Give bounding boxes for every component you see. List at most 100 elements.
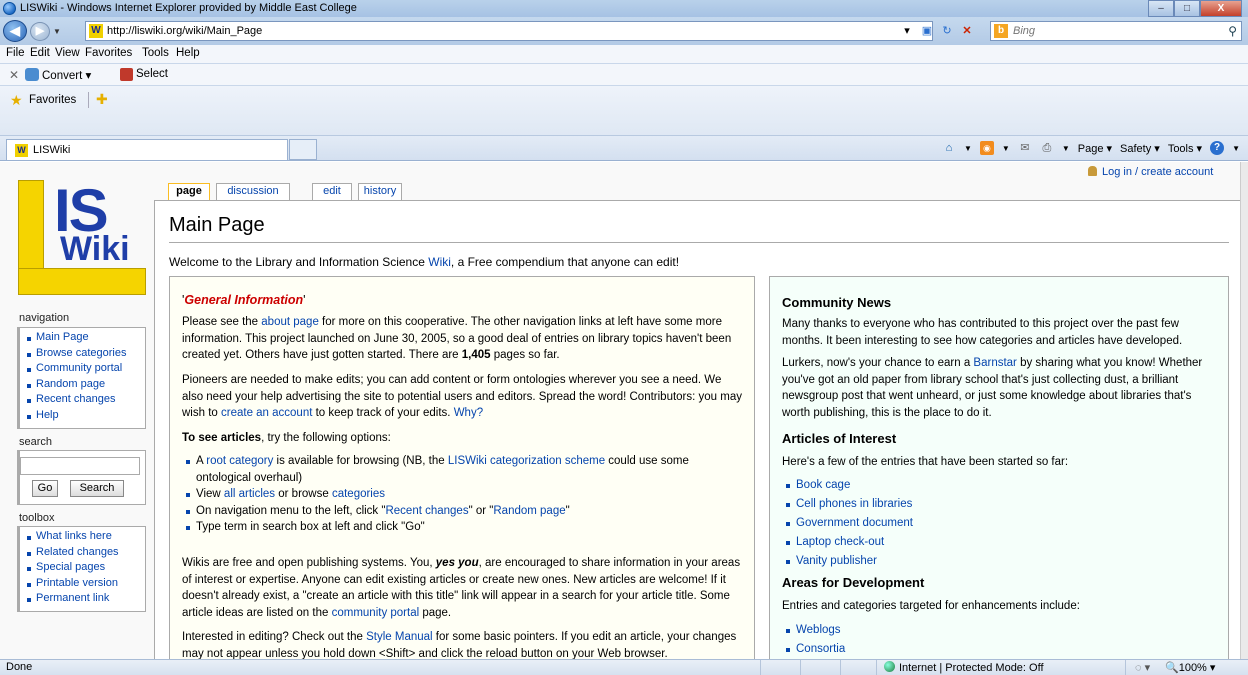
print-icon[interactable]: ⎙ xyxy=(1040,141,1054,155)
protected-mode-icon[interactable]: ◌ ▾ xyxy=(1135,661,1150,674)
page-menu[interactable]: Page ▾ xyxy=(1078,142,1112,155)
menu-edit[interactable]: Edit xyxy=(30,47,50,59)
status-divider xyxy=(840,660,841,675)
search-box[interactable]: b ⚲ xyxy=(990,21,1242,41)
web-search-input[interactable] xyxy=(1013,24,1213,38)
article-link[interactable]: Book cage xyxy=(780,476,1218,495)
style-manual-link[interactable]: Style Manual xyxy=(366,631,432,643)
menu-file[interactable]: File xyxy=(6,47,25,59)
favorites-button[interactable]: Favorites xyxy=(29,94,76,106)
vertical-scrollbar[interactable] xyxy=(1240,162,1248,659)
refresh-icon[interactable]: ↻ xyxy=(940,24,954,38)
status-divider xyxy=(876,660,877,675)
security-zone[interactable]: Internet | Protected Mode: Off xyxy=(884,661,1044,674)
tab-edit[interactable]: edit xyxy=(312,183,352,200)
nav-main-page[interactable]: Main Page xyxy=(26,330,139,346)
select-button[interactable]: Select xyxy=(136,68,168,80)
wiki-link[interactable]: Wiki xyxy=(428,255,451,269)
forward-button[interactable]: ▶ xyxy=(30,22,50,41)
print-dropdown-icon[interactable]: ▼ xyxy=(1062,144,1070,153)
status-divider xyxy=(760,660,761,675)
feeds-icon[interactable]: ◉ xyxy=(979,141,994,155)
development-link[interactable]: Weblogs xyxy=(780,621,1218,640)
article-link[interactable]: Government document xyxy=(780,514,1218,533)
menu-tools[interactable]: Tools xyxy=(142,47,169,59)
help-dropdown-icon[interactable]: ▼ xyxy=(1232,144,1240,153)
option-root-category: A root category is available for browsin… xyxy=(180,453,744,486)
liswiki-logo[interactable]: IS Wiki xyxy=(18,177,146,295)
address-dropdown-icon[interactable]: ▾ xyxy=(900,24,914,38)
nav-help[interactable]: Help xyxy=(26,408,139,424)
address-bar[interactable]: W http://liswiki.org/wiki/Main_Page xyxy=(85,21,933,41)
article-link[interactable]: Laptop check-out xyxy=(780,533,1218,552)
user-icon xyxy=(1088,166,1097,176)
nav-community-portal[interactable]: Community portal xyxy=(26,361,139,377)
home-dropdown-icon[interactable]: ▼ xyxy=(964,144,972,153)
nav-browse-categories[interactable]: Browse categories xyxy=(26,346,139,362)
general-info-title-text: General Information xyxy=(184,293,304,307)
tool-what-links-here[interactable]: What links here xyxy=(26,529,139,545)
welcome-after: , a Free compendium that anyone can edit… xyxy=(450,255,680,269)
history-dropdown-icon[interactable]: ▼ xyxy=(53,27,61,36)
root-category-link[interactable]: root category xyxy=(206,455,273,467)
tool-permanent-link[interactable]: Permanent link xyxy=(26,591,139,607)
create-account-link[interactable]: create an account xyxy=(221,407,312,419)
tab-discussion[interactable]: discussion xyxy=(216,183,290,200)
help-icon[interactable]: ? xyxy=(1210,141,1225,155)
minimize-button[interactable]: – xyxy=(1148,0,1174,17)
option-3-text-a: On navigation menu to the left, click " xyxy=(196,504,386,517)
login-link[interactable]: Log in / create account xyxy=(1088,166,1213,178)
all-articles-link[interactable]: all articles xyxy=(224,488,275,500)
tool-printable-version[interactable]: Printable version xyxy=(26,576,139,592)
go-button[interactable]: Go xyxy=(32,480,58,497)
article-link[interactable]: Cell phones in libraries xyxy=(780,495,1218,514)
tab-page[interactable]: page xyxy=(168,183,210,201)
tool-related-changes[interactable]: Related changes xyxy=(26,545,139,561)
close-toolbar-icon[interactable]: ✕ xyxy=(9,68,19,82)
tool-special-pages[interactable]: Special pages xyxy=(26,560,139,576)
home-icon[interactable]: ⌂ xyxy=(942,141,956,155)
menu-favorites[interactable]: Favorites xyxy=(85,47,132,59)
tools-menu[interactable]: Tools ▾ xyxy=(1168,142,1202,155)
p3-text-c: page. xyxy=(419,606,452,619)
compatibility-view-icon[interactable]: ▣ xyxy=(920,24,934,38)
new-tab-button[interactable] xyxy=(289,139,317,160)
random-page-link[interactable]: Random page xyxy=(493,505,565,517)
zoom-icon: 🔍 xyxy=(1165,662,1179,674)
search-button[interactable]: Search xyxy=(70,480,124,497)
categories-link[interactable]: categories xyxy=(332,488,385,500)
add-favorite-icon[interactable]: ✚ xyxy=(96,91,108,108)
back-button[interactable]: ◀ xyxy=(3,20,27,42)
barnstar-link[interactable]: Barnstar xyxy=(973,357,1016,369)
stop-icon[interactable]: ✕ xyxy=(960,24,974,38)
convert-button[interactable]: Convert ▾ xyxy=(42,68,91,82)
maximize-button[interactable]: □ xyxy=(1174,0,1200,17)
feeds-dropdown-icon[interactable]: ▼ xyxy=(1002,144,1010,153)
why-link[interactable]: Why? xyxy=(454,407,483,419)
tab-history[interactable]: history xyxy=(358,183,402,200)
recent-changes-link[interactable]: Recent changes xyxy=(385,505,468,517)
status-divider xyxy=(1125,660,1126,675)
nav-random-page[interactable]: Random page xyxy=(26,377,139,393)
to-see-articles: To see articles, try the following optio… xyxy=(182,430,744,447)
wiki-search-input[interactable] xyxy=(20,457,140,475)
nav-recent-changes[interactable]: Recent changes xyxy=(26,392,139,408)
menu-help[interactable]: Help xyxy=(176,47,200,59)
general-info-paragraph-1: Please see the about page for more on th… xyxy=(182,314,744,364)
development-link[interactable]: Consortia xyxy=(780,640,1218,659)
article-link[interactable]: Vanity publisher xyxy=(780,552,1218,571)
close-button[interactable]: X xyxy=(1200,0,1242,17)
status-bar: Done Internet | Protected Mode: Off ◌ ▾ … xyxy=(0,659,1248,675)
about-page-link[interactable]: about page xyxy=(261,316,319,328)
address-url[interactable]: http://liswiki.org/wiki/Main_Page xyxy=(107,25,262,37)
menu-view[interactable]: View xyxy=(55,47,80,59)
page-count: 1,405 xyxy=(461,349,491,361)
categorization-scheme-link[interactable]: LISWiki categorization scheme xyxy=(448,455,605,467)
zoom-level[interactable]: 🔍100% ▾ xyxy=(1165,661,1215,674)
safety-menu[interactable]: Safety ▾ xyxy=(1120,142,1160,155)
p4-text-a: Interested in editing? Check out the xyxy=(182,631,367,643)
read-mail-icon[interactable]: ✉ xyxy=(1018,141,1032,155)
community-portal-link[interactable]: community portal xyxy=(332,607,420,619)
tab-liswiki[interactable]: W LISWiki xyxy=(6,139,288,160)
search-go-icon[interactable]: ⚲ xyxy=(1228,24,1237,38)
